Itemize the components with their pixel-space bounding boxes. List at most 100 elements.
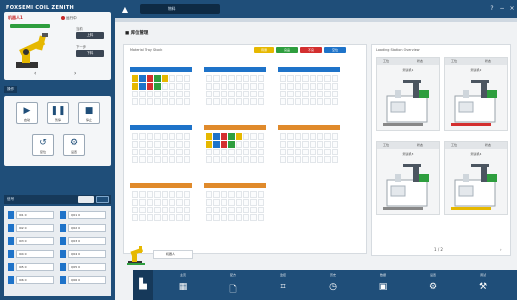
tray-cell[interactable] [235,82,242,90]
tray-cell[interactable] [242,214,250,221]
tray-cell[interactable] [235,191,242,198]
tray-cell[interactable] [161,98,168,105]
tray-cell[interactable] [220,191,228,198]
tray-cell[interactable] [168,133,176,140]
tray-cell[interactable] [287,156,294,163]
tray-cell[interactable] [206,214,213,221]
tray-cell[interactable] [161,75,168,82]
tray-cell[interactable] [324,140,331,148]
tray-cell[interactable] [331,133,338,140]
tray-cell[interactable] [132,75,139,82]
tray-cell[interactable] [324,90,331,98]
tray-cell[interactable] [206,133,213,140]
tray-cell[interactable] [220,206,228,214]
tray-cell[interactable] [154,133,161,140]
tray-cell[interactable] [287,75,294,82]
tray-cell[interactable] [139,90,146,98]
tray-cell[interactable] [316,98,324,105]
station-card[interactable]: 工位 状态 测试机4 [444,141,508,215]
tray-cell[interactable] [242,156,250,163]
tray-cell[interactable] [213,75,220,82]
tray-cell[interactable] [235,98,242,105]
tray-cell[interactable] [132,133,139,140]
tray-cell[interactable] [228,75,235,82]
tray-cell[interactable] [132,156,139,163]
tray-cell[interactable] [161,90,168,98]
tray-cell[interactable] [206,98,213,105]
tray-cell[interactable] [250,75,257,82]
tray-cell[interactable] [168,206,176,214]
station-tab-b[interactable]: 状态 [417,142,423,149]
nav-item-doc[interactable]: 配方 🗋 [213,270,253,300]
tray-cell[interactable] [287,148,294,156]
next-robot-icon[interactable]: › [74,70,76,77]
tray-cell[interactable] [309,140,316,148]
tray-cell[interactable] [309,156,316,163]
tray-cell[interactable] [132,98,139,105]
tray-cell[interactable] [316,140,324,148]
io-row-right[interactable]: Q05 0 [60,262,108,272]
tray-cell[interactable] [146,82,154,90]
nav-item-monitor[interactable]: 监控 ⌗ [263,270,303,300]
tray-cell[interactable] [257,90,264,98]
tray-cell[interactable] [168,75,176,82]
tray-cell[interactable] [213,214,220,221]
tray-cell[interactable] [183,82,190,90]
tray-cell[interactable] [213,148,220,156]
tray-cell[interactable] [331,75,338,82]
tray-cell[interactable] [146,148,154,156]
tray-cell[interactable] [183,206,190,214]
tray-cell[interactable] [235,148,242,156]
tray-cell[interactable] [139,156,146,163]
tray-cell[interactable] [176,191,183,198]
tray-cell[interactable] [168,156,176,163]
tray-cell[interactable] [302,133,309,140]
io-row-right[interactable]: Q04 0 [60,249,108,259]
tray-cell[interactable] [235,133,242,140]
tray-cell[interactable] [280,140,287,148]
tray-cell[interactable] [146,90,154,98]
nav-item-tools[interactable]: 调试 ⚒ [463,270,503,300]
tray-cell[interactable] [294,148,302,156]
tray-cell[interactable] [250,98,257,105]
tray-cell[interactable] [183,214,190,221]
tray-cell[interactable] [331,140,338,148]
tray-cell[interactable] [242,90,250,98]
tray-cell[interactable] [235,214,242,221]
tray-cell[interactable] [220,98,228,105]
tray-cell[interactable] [146,198,154,206]
tray[interactable] [278,125,340,165]
io-row-left[interactable]: I01 0 [8,210,56,220]
tray-cell[interactable] [280,75,287,82]
tray-cell[interactable] [257,75,264,82]
tray-cell[interactable] [280,156,287,163]
station-tab-a[interactable]: 工位 [451,142,457,149]
tray-cell[interactable] [206,206,213,214]
reset-button[interactable]: ↺ 复位 [32,134,54,156]
tray-cell[interactable] [287,133,294,140]
tray-cell[interactable] [183,133,190,140]
tray[interactable] [204,183,266,223]
tray-cell[interactable] [183,191,190,198]
tray-cell[interactable] [250,148,257,156]
tray-cell[interactable] [324,75,331,82]
tray-cell[interactable] [242,148,250,156]
tray-cell[interactable] [324,133,331,140]
tray-cell[interactable] [228,140,235,148]
tray-cell[interactable] [302,75,309,82]
tray-cell[interactable] [294,82,302,90]
tray-cell[interactable] [139,206,146,214]
tray-cell[interactable] [257,148,264,156]
tray-cell[interactable] [154,148,161,156]
tray-cell[interactable] [235,140,242,148]
tray-cell[interactable] [183,198,190,206]
tray-cell[interactable] [250,191,257,198]
tray-cell[interactable] [294,133,302,140]
tray-cell[interactable] [154,98,161,105]
tray-cell[interactable] [176,133,183,140]
tray-cell[interactable] [146,140,154,148]
tray-cell[interactable] [294,156,302,163]
tray-cell[interactable] [220,198,228,206]
tray-cell[interactable] [161,191,168,198]
tray-cell[interactable] [316,75,324,82]
